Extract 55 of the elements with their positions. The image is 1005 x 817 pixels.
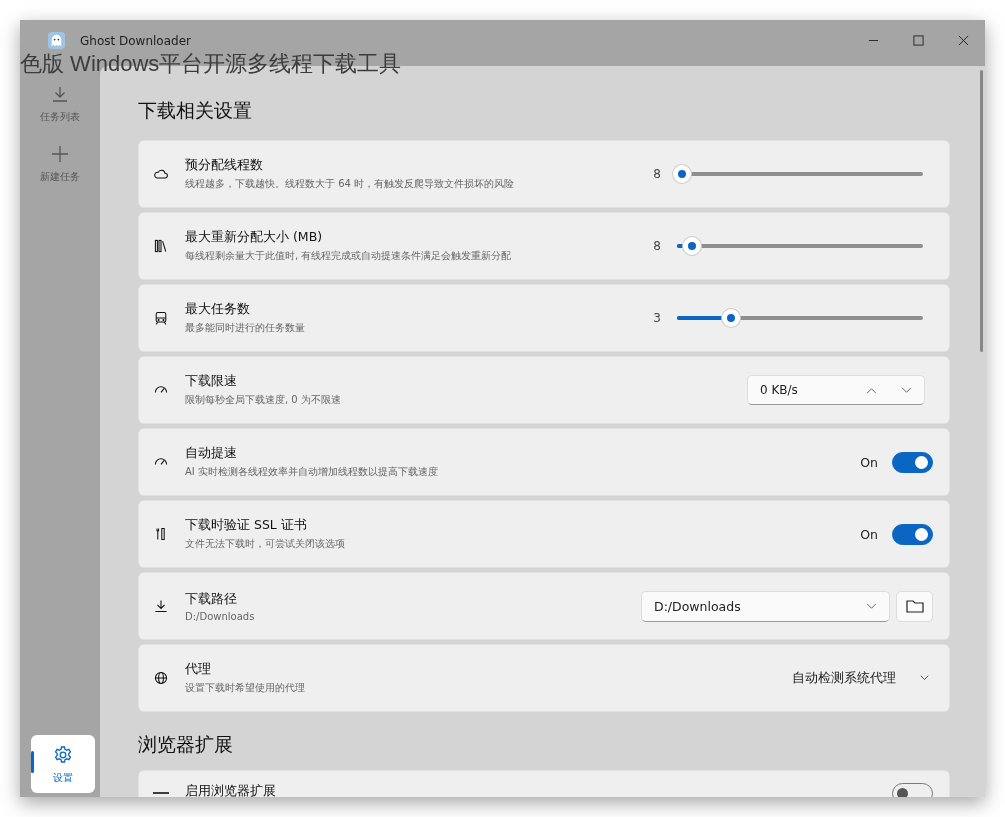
setting-description: 线程越多，下载越快。线程数大于 64 时，有触发反爬导致文件损坏的风险 xyxy=(185,177,515,191)
setting-description: 最多能同时进行的任务数量 xyxy=(185,321,305,335)
path-combobox[interactable]: D:/Downloads xyxy=(641,590,890,622)
settings-icon xyxy=(53,745,73,765)
setting-title: 自动提速 xyxy=(185,445,237,462)
train-icon xyxy=(153,310,169,326)
chevron-down-icon xyxy=(920,675,929,681)
toggle-switch[interactable] xyxy=(892,523,933,545)
download-icon xyxy=(153,598,169,614)
setting-description: 每线程剩余量大于此值时, 有线程完成或自动提速条件满足会触发重新分配 xyxy=(185,249,512,263)
close-icon[interactable] xyxy=(958,35,969,46)
setting-title: 最大任务数 xyxy=(185,301,250,318)
setting-title: 代理 xyxy=(185,661,211,678)
settings-nav-item[interactable]: 设置 xyxy=(31,735,95,793)
setting-title: 下载路径 xyxy=(185,590,237,608)
maximize-icon[interactable] xyxy=(913,35,924,46)
browse-folder-button[interactable] xyxy=(896,590,933,622)
plus-icon xyxy=(50,144,70,164)
setting-title: 预分配线程数 xyxy=(185,157,263,174)
setting-title: 下载时验证 SSL 证书 xyxy=(185,517,307,534)
setting-description: 设置下载时希望使用的代理 xyxy=(185,681,305,695)
download-icon xyxy=(50,84,70,104)
toggle-switch[interactable] xyxy=(892,451,933,473)
chevron-down-icon[interactable] xyxy=(901,386,912,394)
slider[interactable] xyxy=(677,309,923,327)
speed-spinbox[interactable]: 0 KB/s xyxy=(747,375,925,405)
setting-description: 限制每秒全局下载速度, 0 为不限速 xyxy=(185,393,341,407)
proxy-dropdown[interactable]: 自动检测系统代理 xyxy=(792,669,933,687)
setting-title: 最大重新分配大小 (MB) xyxy=(185,229,323,246)
slider-value: 3 xyxy=(653,311,661,325)
setting-description: AI 实时检测各线程效率并自动增加线程数以提高下载速度 xyxy=(185,465,438,479)
section-heading: 浏览器扩展 xyxy=(138,732,233,757)
slider[interactable] xyxy=(677,237,923,255)
setting-description: 文件无法下载时，可尝试关闭该选项 xyxy=(185,537,345,551)
globe-icon xyxy=(153,670,169,686)
slider-thumb[interactable] xyxy=(682,237,701,255)
switch-state-label: On xyxy=(860,526,878,542)
setting-description: D:/Downloads xyxy=(185,610,255,622)
background-window-title: 色版 Windows平台开源多线程下载工具 xyxy=(20,50,402,78)
switch-state-label: On xyxy=(860,454,878,470)
slider-thumb[interactable] xyxy=(722,309,741,327)
folder-icon xyxy=(905,598,924,614)
ghost-logo-icon xyxy=(47,31,66,50)
setting-title: 启用浏览器扩展 xyxy=(185,783,276,797)
books-icon xyxy=(153,238,169,254)
slider-value: 8 xyxy=(653,167,661,181)
scrollbar[interactable] xyxy=(980,70,983,352)
setting-title: 下载限速 xyxy=(185,373,237,390)
window-title: Ghost Downloader xyxy=(80,34,191,48)
chevron-up-icon[interactable] xyxy=(866,386,877,394)
slider-thumb[interactable] xyxy=(672,165,691,183)
chevron-down-icon xyxy=(866,602,877,610)
section-heading: 下载相关设置 xyxy=(138,98,252,123)
slider-value: 8 xyxy=(653,239,661,253)
selection-indicator xyxy=(31,751,34,773)
